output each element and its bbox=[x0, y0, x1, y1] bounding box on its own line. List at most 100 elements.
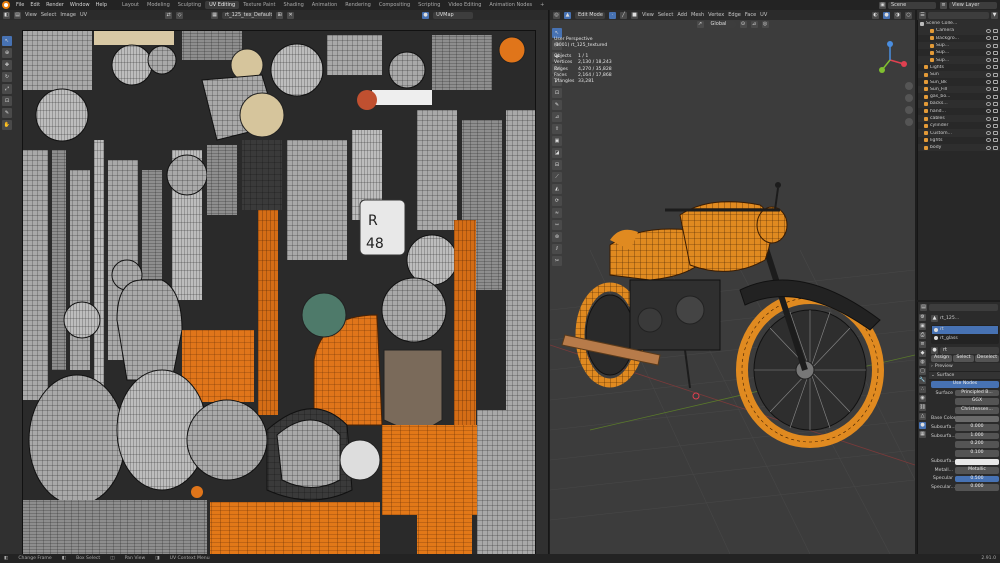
uvmap-selector[interactable]: UVMap bbox=[433, 11, 474, 19]
menu-help[interactable]: Help bbox=[93, 2, 110, 8]
image-pin-icon[interactable]: ⊞ bbox=[276, 11, 284, 19]
render-camera-icon[interactable] bbox=[993, 94, 998, 99]
rotate-tool-icon[interactable]: ↻ bbox=[2, 72, 12, 82]
outliner-row[interactable]: Camera bbox=[918, 27, 1000, 35]
visibility-eye-icon[interactable] bbox=[986, 36, 991, 41]
physics-tab-icon[interactable]: ◉ bbox=[919, 395, 926, 402]
scene-tab-icon[interactable]: ◆ bbox=[919, 350, 926, 357]
tab-sculpting[interactable]: Sculpting bbox=[174, 1, 205, 9]
grab-tool-icon[interactable]: ✋ bbox=[2, 120, 12, 130]
visibility-eye-icon[interactable] bbox=[986, 28, 991, 33]
render-camera-icon[interactable] bbox=[993, 80, 998, 85]
tab-uv-editing[interactable]: UV Editing bbox=[205, 1, 240, 9]
data-tab-icon[interactable]: △ bbox=[919, 413, 926, 420]
render-camera-icon[interactable] bbox=[993, 43, 998, 48]
outliner-row[interactable]: Lights bbox=[918, 64, 1000, 71]
visibility-eye-icon[interactable] bbox=[986, 65, 991, 70]
outliner-row[interactable]: Sun_Fill bbox=[918, 85, 1000, 93]
render-camera-icon[interactable] bbox=[993, 28, 998, 33]
blender-logo-icon[interactable] bbox=[2, 1, 10, 9]
deselect-button[interactable]: Deselect bbox=[975, 355, 1000, 362]
view-layer-selector[interactable]: View Layer bbox=[949, 1, 997, 9]
menu-edit[interactable]: Edit bbox=[27, 2, 43, 8]
image-name-field[interactable]: rt_125_tex_Default... bbox=[222, 11, 273, 19]
uv-menu-select[interactable]: Select bbox=[41, 12, 56, 18]
outliner-row[interactable]: Custom... bbox=[918, 129, 1000, 137]
material-browse-icon[interactable]: ● bbox=[931, 346, 938, 354]
outliner[interactable]: Scene Colle... Camera Backgro... Sup... Sup… bbox=[917, 20, 1000, 300]
outliner-row[interactable]: Sup... bbox=[918, 41, 1000, 50]
metallic-input-link[interactable]: Metallic bbox=[955, 467, 999, 474]
outliner-row[interactable]: Sup... bbox=[918, 56, 1000, 64]
tab-compositing[interactable]: Compositing bbox=[375, 1, 414, 9]
visibility-eye-icon[interactable] bbox=[986, 138, 991, 143]
select-button[interactable]: Select bbox=[953, 355, 974, 362]
outliner-row[interactable]: backs... bbox=[918, 100, 1000, 108]
view-layer-tab-icon[interactable]: ≡ bbox=[919, 341, 926, 348]
display-channels-icon[interactable]: ● bbox=[422, 11, 430, 19]
visibility-eye-icon[interactable] bbox=[986, 116, 991, 121]
use-nodes-button[interactable]: Use Nodes bbox=[931, 381, 999, 388]
outliner-row[interactable]: cables bbox=[918, 114, 1000, 123]
outliner-search-input[interactable] bbox=[928, 11, 989, 19]
viewport-scene[interactable] bbox=[550, 10, 915, 554]
material-slot-rt[interactable]: rt bbox=[932, 325, 998, 335]
subsurface-radius-y[interactable]: 0.200 bbox=[955, 441, 999, 448]
tab-video-editing[interactable]: Video Editing bbox=[444, 1, 485, 9]
scale-tool-icon[interactable]: ⤢ bbox=[2, 84, 12, 94]
sync-selection-icon[interactable]: ⇄ bbox=[165, 11, 173, 19]
render-camera-icon[interactable] bbox=[993, 123, 998, 128]
output-tab-icon[interactable]: ⎙ bbox=[919, 332, 926, 339]
surface-shader-selector[interactable]: Principled B... bbox=[955, 389, 999, 397]
visibility-eye-icon[interactable] bbox=[986, 80, 991, 85]
visibility-eye-icon[interactable] bbox=[986, 101, 991, 106]
sticky-select-icon[interactable]: ◇ bbox=[176, 11, 184, 19]
select-tool-icon[interactable]: ↖ bbox=[2, 36, 12, 46]
base-color-swatch[interactable] bbox=[955, 415, 999, 423]
image-browse-icon[interactable]: ▦ bbox=[211, 11, 219, 19]
outliner-row[interactable]: cylinder bbox=[918, 122, 1000, 129]
tab-scripting[interactable]: Scripting bbox=[414, 1, 444, 9]
render-camera-icon[interactable] bbox=[993, 36, 998, 41]
uv-menu-view[interactable]: View bbox=[25, 12, 37, 18]
subsurface-color-swatch[interactable] bbox=[955, 458, 999, 466]
tool-tab-icon[interactable]: ⚙ bbox=[919, 314, 926, 321]
particles-tab-icon[interactable]: ∴ bbox=[919, 386, 926, 393]
annotate-tool-icon[interactable]: ✎ bbox=[2, 108, 12, 118]
properties-editor-icon[interactable]: ▤ bbox=[920, 304, 927, 311]
outliner-row[interactable]: body bbox=[918, 144, 1000, 152]
texture-tab-icon[interactable]: ▦ bbox=[919, 431, 926, 438]
outliner-row[interactable]: Backgro... bbox=[918, 35, 1000, 42]
properties-editor[interactable]: ▤ ⚙ ▣ ⎙ ≡ ◆ ◍ ▢ 🔧 ∴ ◉ ⛓ △ ● ▦ ▲ rt_125...… bbox=[917, 302, 1000, 554]
render-camera-icon[interactable] bbox=[993, 87, 998, 92]
uv-menu-image[interactable]: Image bbox=[60, 12, 76, 18]
filter-icon[interactable]: ▼ bbox=[991, 11, 998, 19]
subsurface-field[interactable]: 0.000 bbox=[955, 424, 999, 431]
tab-layout[interactable]: Layout bbox=[118, 1, 143, 9]
outliner-editor-icon[interactable]: ☰ bbox=[919, 11, 926, 19]
visibility-eye-icon[interactable] bbox=[986, 123, 991, 128]
tab-animation-nodes[interactable]: Animation Nodes bbox=[485, 1, 536, 9]
render-camera-icon[interactable] bbox=[993, 116, 998, 121]
menu-window[interactable]: Window bbox=[67, 2, 93, 8]
render-camera-icon[interactable] bbox=[993, 50, 998, 55]
visibility-eye-icon[interactable] bbox=[986, 109, 991, 114]
outliner-row[interactable]: gas_bo... bbox=[918, 93, 1000, 100]
subsurface-radius-x[interactable]: 1.000 bbox=[955, 432, 999, 440]
specular-field[interactable]: 0.500 bbox=[955, 475, 999, 483]
menu-file[interactable]: File bbox=[13, 2, 27, 8]
object-tab-icon[interactable]: ▢ bbox=[919, 368, 926, 375]
uv-select-mode-icon[interactable]: ▤ bbox=[14, 11, 21, 19]
uv-menu-uv[interactable]: UV bbox=[80, 12, 87, 18]
visibility-eye-icon[interactable] bbox=[986, 94, 991, 99]
assign-button[interactable]: Assign bbox=[931, 355, 952, 362]
outliner-row[interactable]: Sun bbox=[918, 71, 1000, 79]
visibility-eye-icon[interactable] bbox=[986, 50, 991, 55]
menu-render[interactable]: Render bbox=[43, 2, 67, 8]
tab-rendering[interactable]: Rendering bbox=[341, 1, 375, 9]
editor-type-icon[interactable]: ◧ bbox=[3, 11, 10, 19]
visibility-eye-icon[interactable] bbox=[986, 145, 991, 150]
3d-viewport[interactable]: ◎ ▲ Edit Mode · ╱ ■ View Select Add Mesh… bbox=[550, 10, 915, 554]
visibility-eye-icon[interactable] bbox=[986, 58, 991, 63]
render-camera-icon[interactable] bbox=[993, 138, 998, 143]
